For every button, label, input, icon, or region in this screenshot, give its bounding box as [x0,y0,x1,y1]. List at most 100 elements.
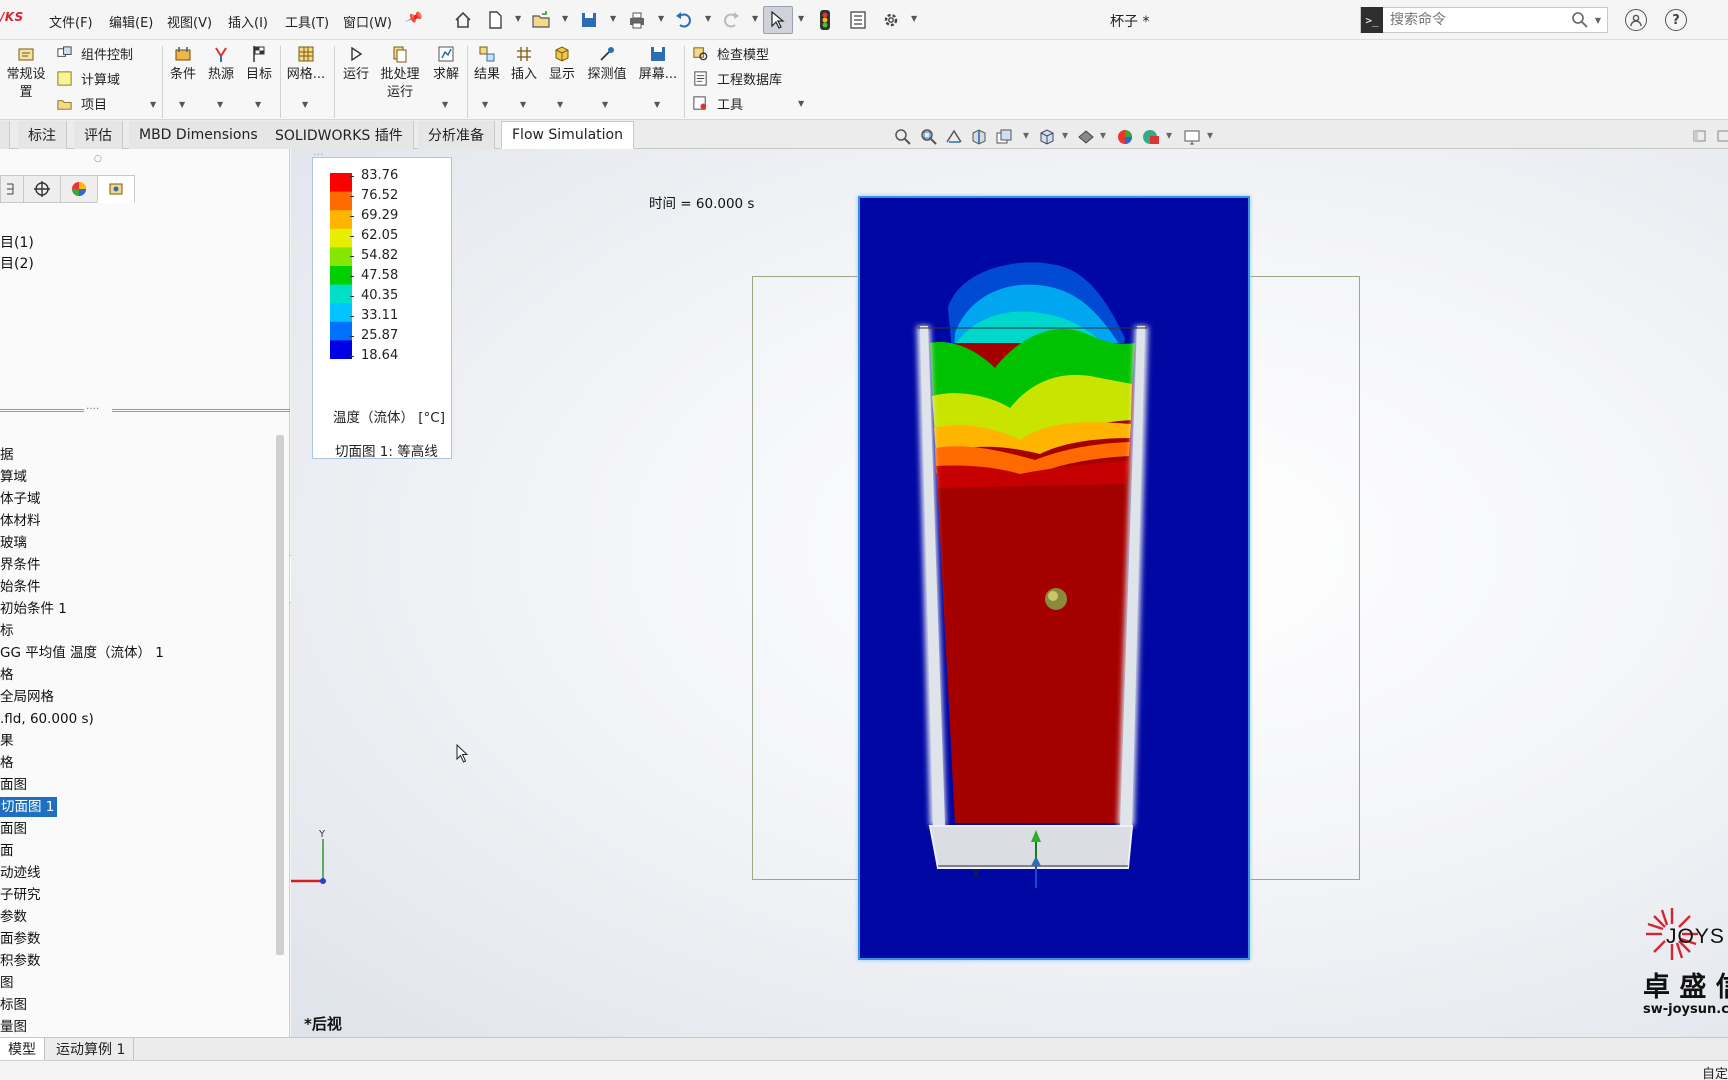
tab-motion-study-1[interactable]: 运动算例 1 [48,1038,135,1060]
chevron-down-icon[interactable]: ▼ [179,100,185,109]
user-account-icon[interactable] [1625,9,1647,31]
tree-item[interactable]: 动迹线 [0,863,45,883]
chevron-down-icon[interactable]: ▾ [1100,128,1106,142]
view-orientation-icon[interactable] [1037,127,1057,147]
chevron-down-icon[interactable]: ▾ [1207,128,1213,142]
view-zoom-to-fit-icon[interactable] [893,127,913,147]
pin-icon[interactable]: 📌 [404,9,424,29]
general-settings-button[interactable]: 常规设 置 [5,44,47,102]
chevron-down-icon[interactable]: ▼ [442,100,448,109]
chevron-down-icon[interactable]: ▼ [654,100,660,109]
home-icon[interactable] [450,8,476,32]
tree-item[interactable]: 子研究 [0,885,45,905]
pane-splitter[interactable]: ‥‥ [0,401,290,413]
print-icon[interactable] [624,8,650,32]
pane-expand-dot-icon[interactable]: ○ [94,154,102,164]
project-button[interactable]: 项目 [56,94,107,113]
tab-flow-simulation[interactable]: Flow Simulation [501,121,634,149]
component-control-button[interactable]: 组件控制 [56,44,133,63]
new-document-icon[interactable] [482,8,508,32]
graphics-area[interactable]: ... 83.76 76.52 69.29 62.05 54.82 47.58 40.35 3… [291,149,1728,1037]
chevron-down-icon[interactable]: ▼ [255,100,261,109]
temperature-legend[interactable]: 83.76 76.52 69.29 62.05 54.82 47.58 40.35 33.11… [312,157,452,460]
tree-item[interactable]: 面 [0,841,18,861]
traffic-light-icon[interactable] [812,8,838,32]
tree-item[interactable]: 积参数 [0,951,45,971]
chevron-down-icon[interactable]: ▼ [515,14,521,23]
chevron-down-icon[interactable]: ▼ [798,14,804,23]
tab-annotation[interactable]: 标注 [18,121,67,149]
tree-item[interactable]: 据 [0,445,18,465]
tab-evaluate[interactable]: 评估 [74,121,123,149]
tree-item[interactable]: 算域 [0,467,31,487]
condition-button[interactable]: 条件 [168,44,198,84]
tab-configuration-manager[interactable] [0,175,24,203]
tree-item[interactable]: 体材料 [0,511,45,531]
chevron-down-icon[interactable]: ▼ [302,100,308,109]
display-button[interactable]: 显示 [545,44,579,84]
tree-item[interactable]: 切面图 1 [0,797,58,817]
tab-mbd-dimensions[interactable]: MBD Dimensions [129,121,269,149]
tab-dimxpert-manager[interactable] [23,175,61,203]
tree-item[interactable]: 始条件 [0,577,45,597]
chevron-down-icon[interactable]: ▼ [798,99,804,108]
project-item-2[interactable]: 目(2) [0,253,34,273]
display-style-icon[interactable] [1076,127,1096,147]
tree-item[interactable]: GG 平均值 温度（流体） 1 [0,643,168,663]
menu-tools[interactable]: 工具(T) [285,12,329,31]
chevron-down-icon[interactable]: ▼ [705,14,711,23]
monitor-display-icon[interactable] [1182,127,1202,147]
probe-button[interactable]: 探测值 [584,44,630,84]
tree-item[interactable]: 标图 [0,995,31,1015]
redo-icon[interactable] [718,8,744,32]
view-previous-icon[interactable] [944,127,964,147]
batch-run-button[interactable]: 批处理 运行 [377,44,423,102]
undo-icon[interactable] [671,8,697,32]
view-zoom-area-icon[interactable] [918,127,938,147]
heat-source-button[interactable]: 热源 [205,44,237,84]
mesh-button[interactable]: 网格... [284,44,328,84]
tree-item[interactable]: 格 [0,753,18,773]
search-commands[interactable]: >_ ▼ [1360,7,1608,33]
restore-window-icon[interactable] [1692,128,1708,144]
help-icon[interactable]: ? [1665,9,1687,31]
tree-item[interactable]: 玻璃 [0,533,31,553]
cut-plot-contour[interactable]: X [858,196,1250,960]
tree-item[interactable]: 标 [0,621,18,641]
chevron-down-icon[interactable]: ▾ [1023,128,1029,142]
select-pointer-icon[interactable] [763,6,793,34]
tab-partial[interactable] [0,121,10,149]
tree-item[interactable]: 格 [0,665,18,685]
chevron-down-icon[interactable]: ▼ [911,14,917,23]
chevron-down-icon[interactable]: ▼ [752,14,758,23]
tree-item[interactable]: .fld, 60.000 s) [0,709,98,729]
menu-file[interactable]: 文件(F) [49,12,93,31]
tab-model[interactable]: 模型 [0,1038,45,1060]
computational-domain-button[interactable]: 计算域 [56,69,120,88]
save-icon[interactable] [576,8,602,32]
engineering-database-button[interactable]: 工程数据库 [692,69,782,88]
chevron-down-icon[interactable]: ▼ [557,100,563,109]
menu-edit[interactable]: 编辑(E) [109,12,153,31]
tree-item[interactable]: 全局网格 [0,687,58,707]
menu-insert[interactable]: 插入(I) [228,12,268,31]
chevron-down-icon[interactable]: ▼ [482,100,488,109]
chevron-down-icon[interactable]: ▼ [602,100,608,109]
project-item-1[interactable]: 目(1) [0,232,34,252]
chevron-down-icon[interactable]: ▼ [150,100,156,109]
file-properties-icon[interactable] [845,8,871,32]
tree-item[interactable]: 图 [0,973,18,993]
search-input[interactable] [1383,9,1571,31]
check-model-button[interactable]: 检查模型 [692,44,769,63]
scene-icon[interactable] [1141,127,1161,147]
goal-button[interactable]: 目标 [243,44,275,84]
chevron-down-icon[interactable]: ▼ [658,14,664,23]
tree-item[interactable]: 体子域 [0,489,45,509]
tree-item[interactable]: 初始条件 1 [0,599,71,619]
tree-item[interactable]: 界条件 [0,555,45,575]
open-folder-icon[interactable] [528,8,554,32]
tree-scrollbar[interactable] [276,435,284,955]
tree-item[interactable]: 果 [0,731,18,751]
menu-view[interactable]: 视图(V) [167,12,212,31]
tab-solidworks-addins[interactable]: SOLIDWORKS 插件 [265,121,414,149]
